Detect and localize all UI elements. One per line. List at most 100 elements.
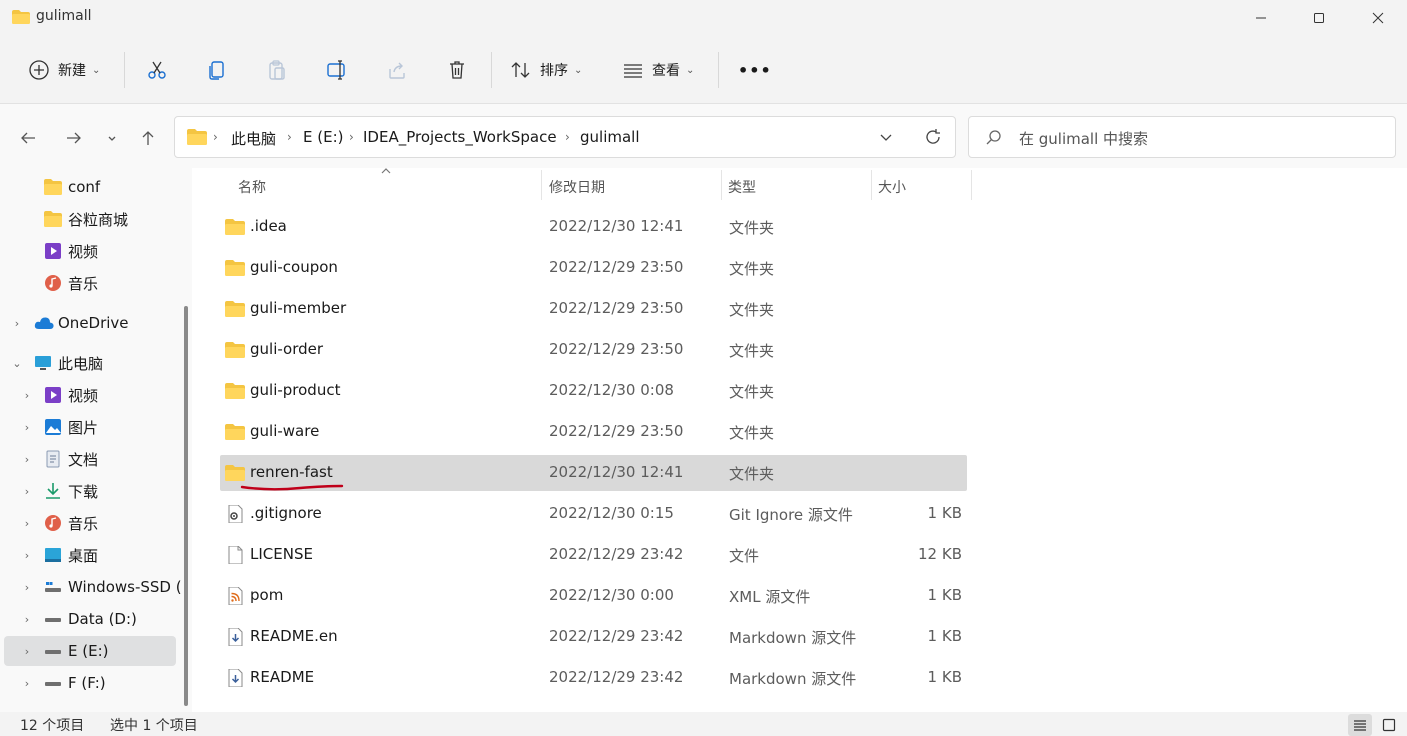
sidebar-item-drive-d[interactable]: › Data (D:) — [4, 604, 176, 634]
search-input[interactable]: 在 gulimall 中搜索 — [968, 116, 1396, 158]
chevron-right-icon: › — [213, 130, 218, 144]
breadcrumb-this-pc[interactable]: 此电脑 — [231, 128, 276, 149]
chevron-down-icon[interactable] — [877, 128, 895, 146]
sidebar-item-desktop[interactable]: › 桌面 — [4, 540, 176, 570]
chevron-down-icon: ⌄ — [574, 64, 583, 76]
file-date: 2022/12/30 0:15 — [549, 504, 674, 522]
breadcrumb-drive-e[interactable]: E (E:) — [303, 128, 343, 146]
chevron-right-icon[interactable]: › — [20, 388, 34, 402]
table-row[interactable]: guli-order 2022/12/29 23:50 文件夹 — [220, 332, 967, 368]
sidebar-item-music-quick[interactable]: 音乐 — [4, 268, 176, 298]
file-type: 文件夹 — [729, 424, 775, 442]
drive-icon — [45, 618, 61, 622]
paste-button[interactable] — [266, 50, 288, 90]
table-row[interactable]: guli-ware 2022/12/29 23:50 文件夹 — [220, 414, 967, 450]
breadcrumb-workspace[interactable]: IDEA_Projects_WorkSpace — [363, 128, 557, 146]
chevron-right-icon[interactable]: › — [20, 676, 34, 690]
minimize-button[interactable] — [1232, 0, 1290, 36]
table-row[interactable]: LICENSE 2022/12/29 23:42 文件 12 KB — [220, 537, 967, 573]
markdown-file-icon — [228, 669, 243, 687]
sidebar-item-drive-e[interactable]: › E (E:) — [4, 636, 176, 666]
file-date: 2022/12/30 0:00 — [549, 586, 674, 604]
sidebar-item-documents[interactable]: › 文档 — [4, 444, 176, 474]
file-date: 2022/12/30 12:41 — [549, 463, 684, 481]
column-header-size[interactable]: 大小 — [878, 177, 906, 213]
address-bar[interactable]: › 此电脑 › E (E:) › IDEA_Projects_WorkSpace… — [174, 116, 956, 158]
column-divider[interactable] — [721, 170, 722, 200]
arrow-up-icon — [142, 131, 154, 145]
details-view-button[interactable] — [1348, 714, 1372, 736]
drive-icon — [45, 682, 61, 686]
picture-icon — [45, 419, 61, 435]
column-header-type[interactable]: 类型 — [728, 177, 756, 213]
delete-button[interactable] — [446, 50, 468, 90]
chevron-right-icon[interactable]: › — [20, 484, 34, 498]
music-icon — [45, 515, 61, 531]
view-button[interactable]: 查看 ⌄ — [622, 50, 694, 90]
table-row[interactable]: guli-member 2022/12/29 23:50 文件夹 — [220, 291, 967, 327]
chevron-right-icon[interactable]: › — [20, 516, 34, 530]
sort-button[interactable]: 排序 ⌄ — [510, 50, 582, 90]
chevron-right-icon[interactable]: › — [20, 452, 34, 466]
table-row[interactable]: guli-product 2022/12/30 0:08 文件夹 — [220, 373, 967, 409]
chevron-right-icon[interactable]: › — [20, 644, 34, 658]
sort-ascending-icon — [381, 168, 391, 174]
sidebar-item-music[interactable]: › 音乐 — [4, 508, 176, 538]
column-divider[interactable] — [971, 170, 972, 200]
recent-locations-button[interactable] — [98, 124, 126, 152]
forward-button[interactable] — [60, 124, 88, 152]
chevron-down-icon[interactable]: ⌄ — [10, 356, 24, 370]
table-row[interactable]: .idea 2022/12/30 12:41 文件夹 — [220, 209, 967, 245]
rename-button[interactable] — [326, 50, 348, 90]
sidebar-item-guli-mall[interactable]: 谷粒商城 — [4, 204, 176, 234]
sidebar-item-downloads[interactable]: › 下载 — [4, 476, 176, 506]
table-row[interactable]: README 2022/12/29 23:42 Markdown 源文件 1 K… — [220, 660, 967, 696]
chevron-right-icon[interactable]: › — [20, 420, 34, 434]
share-button[interactable] — [386, 50, 408, 90]
share-icon — [389, 62, 405, 79]
sidebar-item-label: 视频 — [68, 242, 99, 261]
chevron-right-icon[interactable]: › — [10, 316, 24, 330]
search-placeholder: 在 gulimall 中搜索 — [1019, 130, 1149, 148]
maximize-button[interactable] — [1290, 0, 1348, 36]
table-row[interactable]: .gitignore 2022/12/30 0:15 Git Ignore 源文… — [220, 496, 967, 532]
cut-button[interactable] — [146, 50, 168, 90]
tiles-view-icon — [1382, 718, 1396, 732]
table-row[interactable]: README.en 2022/12/29 23:42 Markdown 源文件 … — [220, 619, 967, 655]
file-size: 1 KB — [927, 586, 962, 604]
chevron-right-icon[interactable]: › — [20, 580, 34, 594]
column-divider[interactable] — [871, 170, 872, 200]
column-divider[interactable] — [541, 170, 542, 200]
sidebar-item-drive-f[interactable]: › F (F:) — [4, 668, 176, 698]
sidebar-item-pictures[interactable]: › 图片 — [4, 412, 176, 442]
tiles-view-button[interactable] — [1377, 714, 1401, 736]
column-header-date[interactable]: 修改日期 — [549, 177, 605, 213]
up-button[interactable] — [134, 124, 162, 152]
file-size: 1 KB — [927, 504, 962, 522]
chevron-down-icon: ⌄ — [92, 64, 101, 76]
sidebar-item-videos[interactable]: › 视频 — [4, 380, 176, 410]
breadcrumb-gulimall[interactable]: gulimall — [580, 128, 640, 146]
more-options-button[interactable]: ••• — [738, 50, 772, 90]
sidebar-scrollbar[interactable] — [184, 306, 188, 706]
chevron-right-icon[interactable]: › — [20, 548, 34, 562]
sidebar-item-this-pc[interactable]: ⌄ 此电脑 — [4, 348, 176, 378]
file-name: pom — [250, 586, 284, 604]
sidebar-item-onedrive[interactable]: › OneDrive — [4, 308, 176, 338]
new-button[interactable]: 新建 ⌄ — [28, 50, 100, 90]
annotation-underline — [240, 484, 344, 491]
table-row[interactable]: guli-coupon 2022/12/29 23:50 文件夹 — [220, 250, 967, 286]
column-header-name[interactable]: 名称 — [238, 177, 266, 213]
chevron-right-icon[interactable]: › — [20, 612, 34, 626]
sidebar-item-conf[interactable]: conf — [4, 172, 176, 202]
copy-icon — [209, 61, 224, 80]
copy-button[interactable] — [206, 50, 228, 90]
back-button[interactable] — [14, 124, 42, 152]
refresh-icon[interactable] — [923, 127, 943, 147]
sidebar-item-label: conf — [68, 178, 101, 196]
table-row[interactable]: pom 2022/12/30 0:00 XML 源文件 1 KB — [220, 578, 967, 614]
item-count: 12 个项目 — [20, 718, 85, 734]
close-button[interactable] — [1349, 0, 1407, 36]
sidebar-item-videos-quick[interactable]: 视频 — [4, 236, 176, 266]
sidebar-item-windows-ssd[interactable]: › Windows-SSD ( — [4, 572, 182, 602]
